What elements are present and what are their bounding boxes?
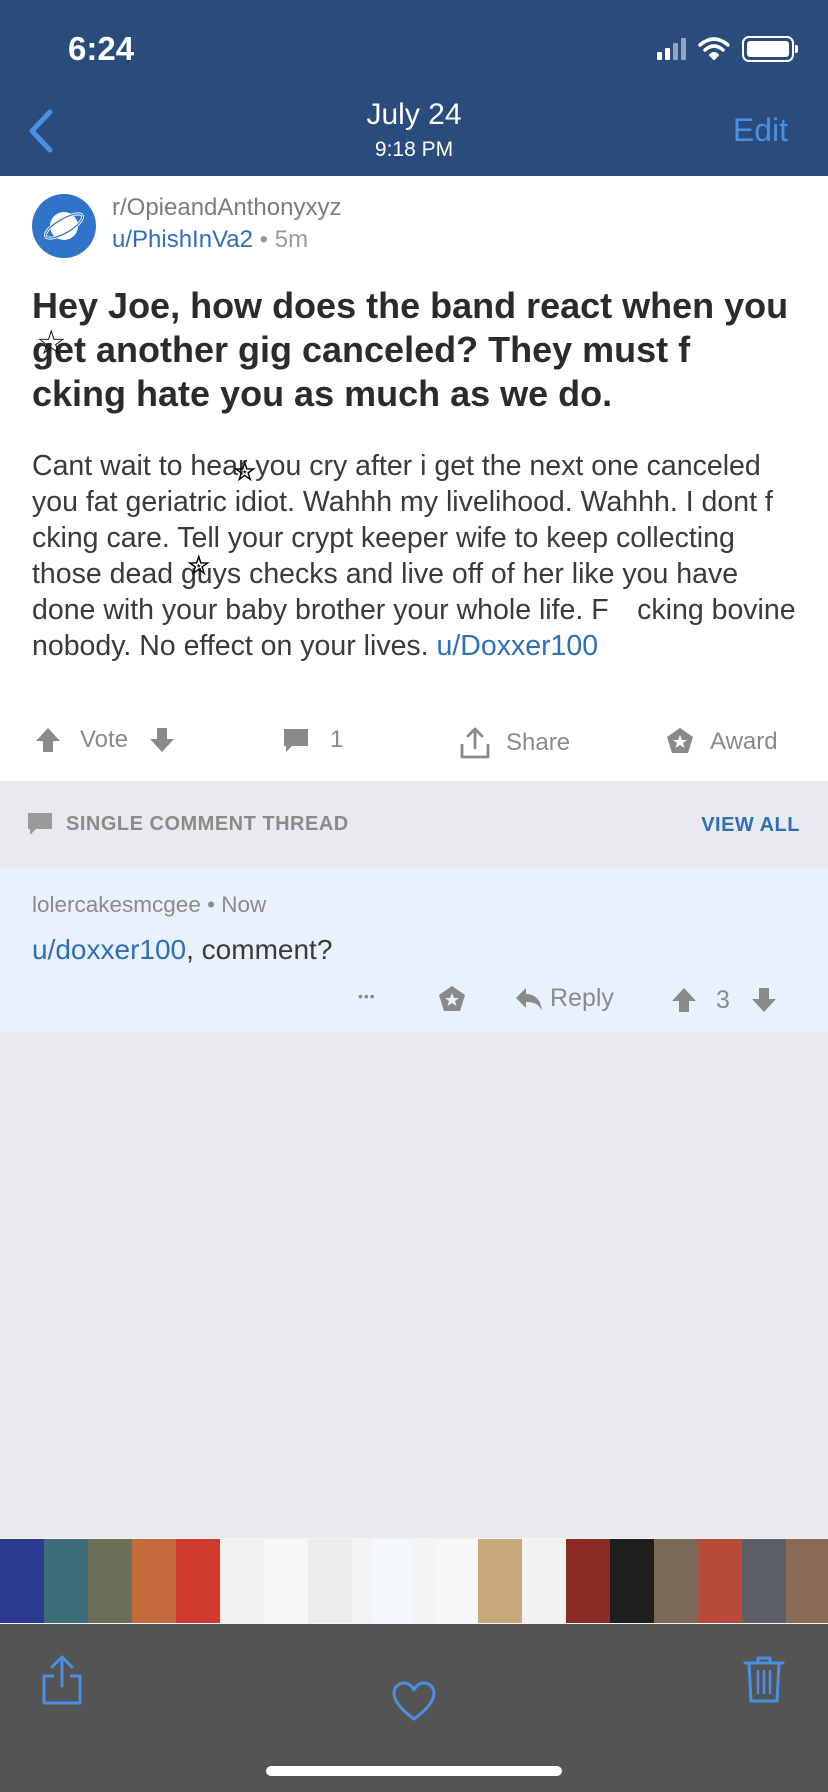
upvote-icon[interactable] (670, 986, 698, 1014)
app-header: 6:24 July 24 9:18 PM Edit (0, 0, 828, 176)
post-actions: Vote 1 Share Award (0, 714, 828, 774)
filmstrip-thumbnail[interactable] (220, 1539, 264, 1623)
upvote-icon[interactable] (34, 726, 62, 754)
post-card: r/OpieandAnthonyxyz u/PhishInVa2 • 5m He… (0, 176, 828, 781)
planet-icon (43, 212, 85, 240)
filmstrip-thumbnail[interactable] (264, 1539, 308, 1623)
award-icon[interactable] (436, 984, 468, 1016)
body-user-link[interactable]: u/Doxxer100 (437, 630, 599, 662)
author-line: u/PhishInVa2 • 5m (112, 226, 308, 254)
reply-button[interactable]: Reply (514, 984, 614, 1013)
post-author[interactable]: u/PhishInVa2 (112, 226, 253, 253)
nav-time: 9:18 PM (374, 138, 454, 161)
comment-icon (28, 813, 52, 835)
post-age: 5m (274, 226, 309, 253)
star-icon: ✮ (233, 456, 257, 487)
trash-icon[interactable] (742, 1654, 786, 1704)
downvote-icon[interactable] (148, 726, 176, 754)
filmstrip-thumbnail[interactable] (522, 1539, 566, 1623)
comments-button[interactable]: 1 (282, 726, 343, 754)
meta-separator: • (253, 226, 275, 253)
edit-button[interactable]: Edit (733, 112, 788, 149)
filmstrip-thumbnail[interactable] (434, 1539, 478, 1623)
share-label: Share (506, 729, 571, 756)
photos-toolbar (0, 1624, 828, 1792)
view-all-button[interactable]: VIEW ALL (701, 814, 800, 837)
award-icon (667, 728, 693, 753)
share-button[interactable]: Share (458, 726, 570, 760)
thread-bar: SINGLE COMMENT THREAD VIEW ALL (0, 781, 828, 868)
battery-icon (742, 36, 798, 62)
signal-icon (657, 38, 686, 60)
nav-date: July 24 (366, 98, 462, 131)
comment-icon (284, 729, 308, 752)
filmstrip-thumbnail[interactable] (654, 1539, 698, 1623)
filmstrip-thumbnail[interactable] (742, 1539, 786, 1623)
reply-label: Reply (550, 984, 614, 1012)
filmstrip-thumbnail[interactable] (88, 1539, 132, 1623)
comment-age: Now (221, 892, 267, 917)
star-icon: ✮ (187, 550, 211, 581)
comment-item: lolercakesmcgee • Now u/doxxer100, comme… (0, 868, 828, 1032)
subreddit-avatar[interactable] (32, 194, 96, 258)
filmstrip-thumbnail[interactable] (610, 1539, 654, 1623)
home-indicator (266, 1766, 562, 1776)
filmstrip-thumbnail[interactable] (698, 1539, 742, 1623)
comment-separator: • (200, 892, 222, 917)
award-label: Award (710, 728, 778, 755)
wifi-icon (698, 37, 730, 60)
vote-label: Vote (80, 726, 129, 753)
status-time: 6:24 (68, 30, 135, 67)
filmstrip-thumbnail[interactable] (132, 1539, 176, 1623)
comment-count: 1 (330, 726, 344, 753)
filmstrip-thumbnail[interactable] (0, 1539, 44, 1623)
comment-body: , comment? (186, 934, 333, 965)
comment-actions: ••• Reply 3 (0, 984, 828, 1024)
star-icon: ☆ (36, 324, 67, 362)
subreddit-name[interactable]: r/OpieandAnthonyxyz (112, 194, 341, 222)
filmstrip-thumbnail[interactable] (308, 1539, 352, 1623)
comment-mention-link[interactable]: u/doxxer100 (32, 934, 186, 965)
filmstrip-thumbnail[interactable] (372, 1539, 414, 1623)
reply-icon (516, 987, 542, 1011)
post-title[interactable]: Hey Joe, how does the band react when yo… (32, 284, 802, 416)
downvote-icon[interactable] (750, 986, 778, 1014)
comment-meta: lolercakesmcgee • Now (32, 892, 266, 918)
comment-author[interactable]: lolercakesmcgee (32, 892, 201, 917)
thread-title: SINGLE COMMENT THREAD (26, 811, 349, 837)
more-icon[interactable]: ••• (358, 988, 376, 1004)
filmstrip-thumbnail[interactable] (176, 1539, 220, 1623)
photo-filmstrip[interactable] (0, 1538, 828, 1624)
filmstrip-thumbnail[interactable] (478, 1539, 522, 1623)
heart-icon[interactable] (391, 1680, 437, 1722)
status-icons (657, 36, 798, 62)
filmstrip-thumbnail[interactable] (566, 1539, 610, 1623)
post-body-text: Cant wait to hear you cry after i get th… (32, 450, 802, 662)
thread-title-label: SINGLE COMMENT THREAD (66, 812, 349, 835)
filmstrip-thumbnail[interactable] (786, 1539, 828, 1623)
comment-text: u/doxxer100, comment? (32, 934, 332, 966)
comment-score: 3 (716, 986, 730, 1014)
filmstrip-thumbnail[interactable] (44, 1539, 88, 1623)
vote-group: Vote (34, 726, 176, 754)
post-body: Cant wait to hear you cry after i get th… (32, 448, 802, 664)
award-button[interactable]: Award (664, 726, 778, 758)
share-icon[interactable] (40, 1654, 84, 1706)
share-icon (460, 727, 490, 759)
